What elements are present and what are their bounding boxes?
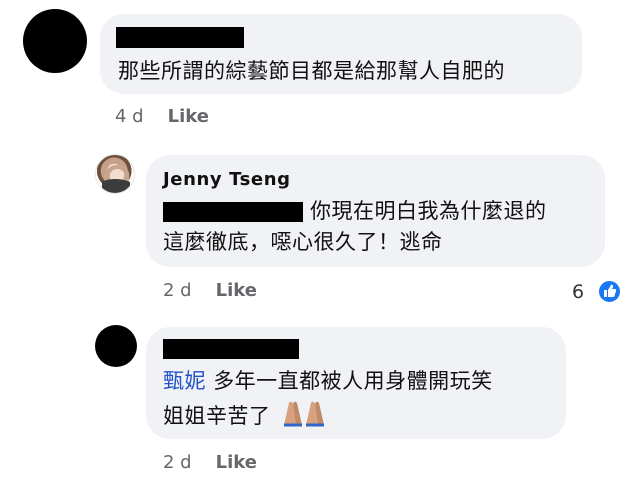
profile-photo-icon (102, 165, 130, 193)
comment-text: 姐姐辛苦了 (163, 404, 271, 428)
comment-text-line-2: 姐姐辛苦了 (163, 399, 326, 436)
comment-author[interactable]: Jenny Tseng (163, 169, 291, 191)
like-thumb-icon (604, 284, 617, 297)
comment-timestamp[interactable]: 2 d (163, 280, 192, 301)
like-thumb-icon (597, 279, 622, 304)
folded-hands-icon (278, 399, 326, 436)
comment-timestamp[interactable]: 2 d (163, 452, 192, 473)
like-link[interactable]: Like (216, 280, 257, 301)
avatar[interactable] (95, 325, 137, 367)
comment-meta: 4 d Like (115, 106, 209, 128)
redacted-mention (163, 202, 303, 222)
comment-text-line-2: 這麼徹底，噁心很久了！逃命 (163, 230, 443, 254)
avatar[interactable] (95, 154, 135, 194)
comment-thread: 那些所謂的綜藝節目都是給那幫人自肥的 4 d Like Jenny Tseng 你… (0, 0, 640, 482)
comment-text-line-1: 甄妮 多年一直都被人用身體開玩笑 (163, 366, 493, 397)
redacted-author-name (163, 339, 299, 359)
like-link[interactable]: Like (216, 452, 257, 473)
comment-meta: 2 d Like (163, 280, 257, 302)
comment-meta: 2 d Like (163, 452, 257, 474)
folded-hands-icon (283, 401, 324, 427)
mention-tag[interactable]: 甄妮 (163, 369, 206, 393)
comment-text: 多年一直都被人用身體開玩笑 (213, 369, 493, 393)
reaction-summary[interactable]: 6 (572, 279, 624, 305)
redacted-author-name (116, 27, 244, 48)
comment-timestamp[interactable]: 4 d (115, 106, 144, 127)
like-link[interactable]: Like (168, 106, 209, 127)
comment-text-line-1: 你現在明白我為什麼退的 (310, 199, 547, 223)
reaction-count: 6 (572, 281, 585, 303)
avatar[interactable] (23, 9, 87, 73)
comment-text: 那些所謂的綜藝節目都是給那幫人自肥的 (118, 59, 505, 83)
